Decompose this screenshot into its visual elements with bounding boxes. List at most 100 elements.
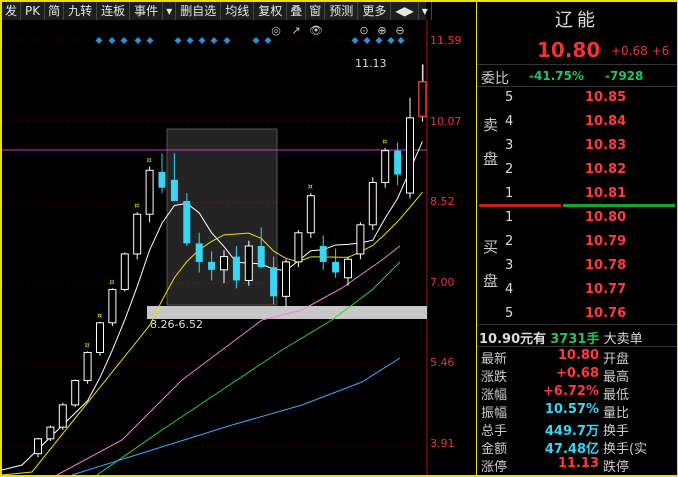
event-marker-icon xyxy=(198,36,206,45)
buy-level-price: 10.80 xyxy=(585,210,627,225)
stat-label-2: 换手(实 xyxy=(603,442,648,457)
toolbar-item-13[interactable]: 更多 xyxy=(358,2,392,20)
sell-level-price: 10.82 xyxy=(585,162,627,177)
buy-level-4[interactable]: 4 10.77 xyxy=(477,282,677,305)
sell-level-price: 10.83 xyxy=(585,138,627,153)
stat-row: 总手 449.7万 换手 xyxy=(477,420,677,439)
candle-body-up xyxy=(220,256,228,271)
buy-level-index: 2 xyxy=(505,234,514,249)
candle-body-down xyxy=(394,150,402,175)
stat-value: 11.13 xyxy=(557,456,599,471)
candle-body-up xyxy=(120,253,129,290)
stat-label-2: 最低 xyxy=(603,388,630,403)
big-order-row: 10.90元有 3731手 大卖单 xyxy=(479,328,675,347)
candle-body-down xyxy=(332,261,340,273)
candle-body-up xyxy=(368,181,377,226)
stat-value: 10.57% xyxy=(544,402,599,417)
sell-level-4[interactable]: 4 10.84 xyxy=(477,114,677,137)
candle-body-down xyxy=(257,246,265,268)
candle-body-up xyxy=(133,213,142,255)
buy-level-3[interactable]: 3 10.78 xyxy=(477,258,677,281)
stat-label: 涨停 xyxy=(481,460,508,475)
candle-body-up xyxy=(58,404,67,428)
event-marker-icon xyxy=(210,36,218,45)
current-price: 10.80 xyxy=(537,38,601,62)
toolbar-item-15[interactable]: ▾ xyxy=(419,2,432,20)
candle-body-up xyxy=(344,258,352,279)
toolbar-item-7[interactable]: 删自选 xyxy=(176,2,222,20)
high-price-label: 11.13 xyxy=(355,57,387,70)
sell-level-index: 5 xyxy=(505,90,514,105)
candle-body-up xyxy=(306,195,315,234)
candle-body-down xyxy=(319,246,327,262)
event-marker-icon xyxy=(120,36,128,45)
stat-label-2: 开盘 xyxy=(603,352,630,367)
sell-level-2[interactable]: 2 10.82 xyxy=(477,162,677,185)
sell-level-index: 3 xyxy=(505,138,514,153)
sell-level-3[interactable]: 3 10.83 xyxy=(477,138,677,161)
event-marker-icon xyxy=(397,36,405,45)
sell-level-5[interactable]: 5 10.85 xyxy=(477,90,677,113)
event-marker-icon xyxy=(146,36,154,45)
candle-body-up xyxy=(282,261,290,297)
toolbar-item-12[interactable]: 预测 xyxy=(325,2,359,20)
candle-body-down xyxy=(208,261,216,270)
toolbar-item-11[interactable]: 窗 xyxy=(306,2,326,20)
weibi-diff: -7928 xyxy=(605,69,644,83)
buy-level-index: 5 xyxy=(505,306,514,321)
eye-icon[interactable]: 👁 xyxy=(309,25,323,37)
toolbar-item-1[interactable]: PK xyxy=(21,2,46,20)
y-tick: 3.91 xyxy=(430,437,455,450)
event-marker-icon xyxy=(174,36,182,45)
candle-body-down xyxy=(158,171,166,188)
limit-up-marker: ¤ xyxy=(97,311,102,320)
toolbar-item-14[interactable]: ◀▶ xyxy=(391,2,419,20)
sell-level-price: 10.85 xyxy=(585,90,627,105)
toolbar-item-6[interactable]: ▾ xyxy=(163,2,177,20)
kline-svg[interactable]: ¤ ¤ ¤ ¤ ¤ ¤ ¤ xyxy=(2,20,475,475)
event-marker-icon xyxy=(264,36,272,45)
sell-level-price: 10.81 xyxy=(585,186,627,201)
change-value: +0.68 xyxy=(611,44,648,58)
toolbar-item-9[interactable]: 复权 xyxy=(254,2,288,20)
big-order-qty: 3731手 xyxy=(550,332,600,347)
candle-body-up xyxy=(34,438,42,455)
toolbar-item-8[interactable]: 均线 xyxy=(221,2,255,20)
toolbar-item-0[interactable]: 发 xyxy=(2,2,22,20)
range-label: 8.26-6.52 xyxy=(150,318,203,331)
stat-value: +6.72% xyxy=(543,384,599,399)
stat-label: 总手 xyxy=(481,424,508,439)
candle-body-up xyxy=(46,426,55,440)
big-order-desc: 大卖单 xyxy=(603,332,643,347)
candle-body-up xyxy=(145,169,154,215)
stat-value: +0.68 xyxy=(556,366,599,381)
sell-level-price: 10.84 xyxy=(585,114,627,129)
settings-icon[interactable]: ⊙ xyxy=(358,25,370,37)
ma120-line xyxy=(71,357,401,475)
toolbar-item-10[interactable]: 叠 xyxy=(287,2,307,20)
stat-value: 449.7万 xyxy=(544,424,599,439)
sell-level-index: 4 xyxy=(505,114,514,129)
stat-label: 涨幅 xyxy=(481,388,508,403)
kline-chart[interactable]: ¤ ¤ ¤ ¤ ¤ ¤ ¤ ◎ ↗ 👁 ⊙ ⊕ ⊖ 11.59 10.07 8.52 7.0… xyxy=(2,20,475,475)
toolbar-item-4[interactable]: 连板 xyxy=(97,2,131,20)
buy-level-5[interactable]: 5 10.76 xyxy=(477,306,677,329)
stat-label-2: 最高 xyxy=(603,370,630,385)
y-tick: 10.07 xyxy=(430,115,462,128)
stat-row: 振幅 10.57% 量比 xyxy=(477,402,677,421)
buy-level-1[interactable]: 1 10.80 xyxy=(477,210,677,233)
buy-level-2[interactable]: 2 10.79 xyxy=(477,234,677,257)
toolbar-item-5[interactable]: 事件 xyxy=(130,2,164,20)
toolbar-item-2[interactable]: 简 xyxy=(45,2,65,20)
stat-row: 涨停 11.13 跌停 xyxy=(477,456,677,475)
target-icon[interactable]: ◎ xyxy=(270,25,282,37)
toolbar-item-3[interactable]: 九转 xyxy=(64,2,98,20)
quote-panel: 辽能 10.80 +0.68 +6 委比 -41.75% -7928 卖 盘 5… xyxy=(476,2,677,475)
stat-label-2: 量比 xyxy=(603,406,630,421)
zoom-in-icon[interactable]: ⊕ xyxy=(376,25,388,37)
candle-body-down xyxy=(195,243,203,262)
candle-body-up xyxy=(83,351,92,382)
zoom-out-icon[interactable]: ⊖ xyxy=(394,25,406,37)
stat-label: 金额 xyxy=(481,442,508,457)
draw-line-icon[interactable]: ↗ xyxy=(290,25,302,37)
